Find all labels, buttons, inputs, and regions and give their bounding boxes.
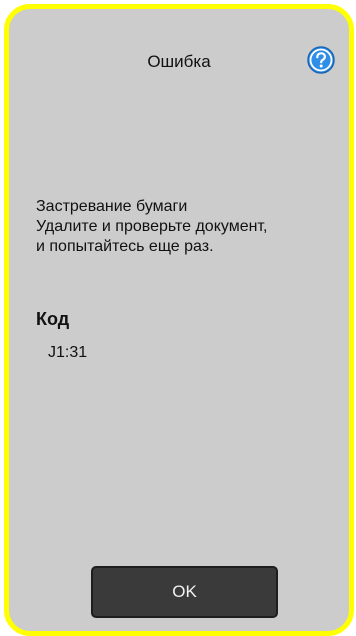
error-dialog: Ошибка Застревание бумаги Удалите и пров… [4,4,354,636]
error-screen: Ошибка Застревание бумаги Удалите и пров… [0,0,356,636]
help-question-icon[interactable] [306,45,336,75]
dialog-title: Ошибка [147,52,211,71]
error-code-label: Код [36,309,70,329]
error-message-line: Удалите и проверьте документ, [36,218,268,235]
error-message-line: Застревание бумаги [36,198,188,215]
error-code-value: J1:31 [48,344,88,361]
error-message: Застревание бумаги Удалите и проверьте д… [36,197,336,257]
error-message-line: и попытайтесь еще раз. [36,238,214,255]
ok-button[interactable]: OK [91,566,278,618]
help-question-icon-graphic [307,46,335,74]
